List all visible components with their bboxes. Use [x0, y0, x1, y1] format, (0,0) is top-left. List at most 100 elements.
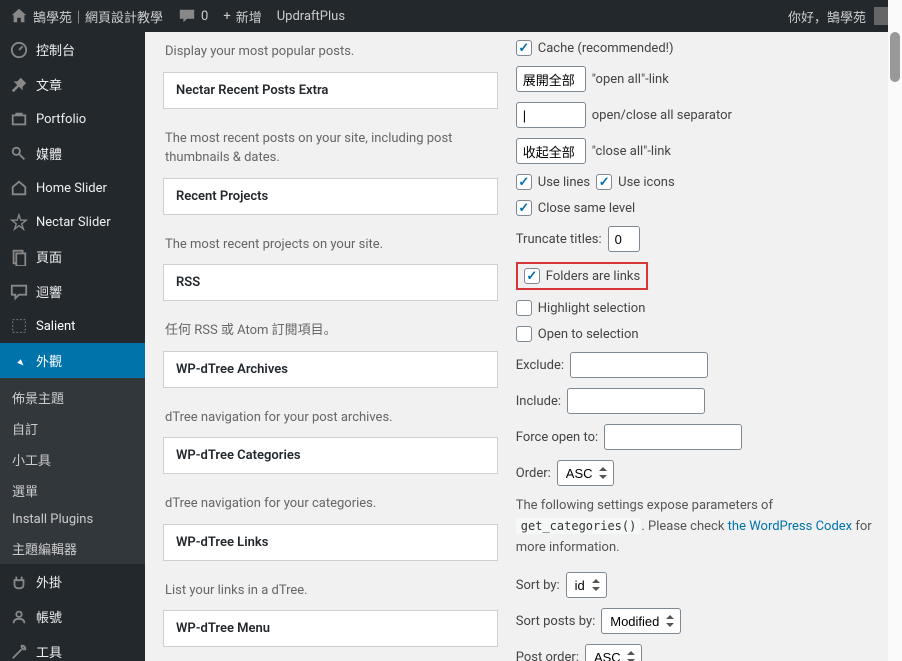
- post-order-row: Post order: ASC: [516, 644, 884, 661]
- open-sel-checkbox[interactable]: [516, 326, 532, 342]
- order-row: Order: ASC: [516, 460, 884, 486]
- open-all-input[interactable]: [516, 66, 586, 92]
- portfolio-icon: [10, 110, 28, 128]
- submenu-theme-editor[interactable]: 主題編輯器: [0, 533, 145, 564]
- highlight-sel-checkbox[interactable]: [516, 300, 532, 316]
- widget-title: WP-dTree Categories: [164, 438, 497, 473]
- sort-posts-row: Sort posts by: Modified: [516, 608, 884, 634]
- highlighted-setting: Folders are links: [516, 262, 648, 290]
- order-select[interactable]: ASC: [557, 460, 614, 486]
- use-icons-checkbox[interactable]: [596, 174, 612, 190]
- widgets-column: Display your most popular posts. Nectar …: [163, 32, 498, 661]
- sidebar-item-comments[interactable]: 迴響: [0, 274, 145, 309]
- plus-icon: +: [223, 9, 230, 24]
- lines-icons-row: Use lines Use icons: [516, 174, 884, 190]
- sort-by-row: Sort by: id: [516, 572, 884, 598]
- sidebar-item-plugins[interactable]: 外掛: [0, 564, 145, 599]
- widget-title: RSS: [164, 265, 497, 300]
- widget-item[interactable]: Recent Projects: [163, 178, 498, 215]
- scrollbar-track[interactable]: [888, 0, 902, 661]
- admin-sidebar: 控制台 文章 Portfolio 媒體 Home Slider Nectar S…: [0, 32, 145, 661]
- submenu-customize[interactable]: 自訂: [0, 413, 145, 444]
- widget-title: WP-dTree Menu: [164, 611, 497, 646]
- sidebar-item-appearance[interactable]: 外觀: [0, 343, 145, 378]
- sidebar-item-portfolio[interactable]: Portfolio: [0, 102, 145, 136]
- comments-link[interactable]: 0: [178, 7, 208, 25]
- close-same-row: Close same level: [516, 200, 884, 216]
- force-open-input[interactable]: [604, 424, 742, 450]
- comment-icon: [178, 7, 196, 25]
- folders-links-label: Folders are links: [546, 269, 640, 284]
- truncate-row: Truncate titles:: [516, 226, 884, 252]
- force-open-label: Force open to:: [516, 430, 598, 445]
- folders-links-checkbox[interactable]: [524, 268, 540, 284]
- submenu-widgets[interactable]: 小工具: [0, 444, 145, 475]
- admin-topbar: 鵠學苑｜網頁設計教學 0 + 新增 UpdraftPlus 你好，鵠學苑: [0, 0, 902, 32]
- widget-desc: dTree navigation for your categories.: [163, 484, 498, 524]
- sort-by-label: Sort by:: [516, 578, 560, 593]
- sidebar-item-posts[interactable]: 文章: [0, 67, 145, 102]
- home-icon: [10, 179, 28, 197]
- truncate-input[interactable]: [608, 226, 640, 252]
- cache-label: Cache (recommended!): [538, 41, 674, 56]
- widget-item[interactable]: RSS: [163, 264, 498, 301]
- use-lines-checkbox[interactable]: [516, 174, 532, 190]
- home-icon: [10, 7, 28, 25]
- code-snippet: get_categories(): [516, 518, 642, 534]
- updraft-label: UpdraftPlus: [277, 9, 345, 24]
- exclude-row: Exclude:: [516, 352, 884, 378]
- widget-title: WP-dTree Archives: [164, 352, 497, 387]
- widget-desc: 任何 RSS 或 Atom 訂閱項目。: [163, 311, 498, 351]
- widget-item[interactable]: WP-dTree Links: [163, 524, 498, 561]
- widget-desc: The most recent projects on your site.: [163, 225, 498, 265]
- exclude-input[interactable]: [570, 352, 708, 378]
- separator-row: open/close all separator: [516, 102, 884, 128]
- sort-posts-label: Sort posts by:: [516, 614, 595, 629]
- open-sel-row: Open to selection: [516, 326, 884, 342]
- truncate-label: Truncate titles:: [516, 232, 602, 247]
- codex-link[interactable]: the WordPress Codex: [728, 519, 852, 534]
- sidebar-item-salient[interactable]: Salient: [0, 309, 145, 343]
- add-new-link[interactable]: + 新增: [223, 7, 261, 26]
- sort-by-select[interactable]: id: [566, 572, 607, 598]
- widget-title: WP-dTree Links: [164, 525, 497, 560]
- main-container: 控制台 文章 Portfolio 媒體 Home Slider Nectar S…: [0, 32, 902, 661]
- post-order-label: Post order:: [516, 650, 579, 661]
- sidebar-item-users[interactable]: 帳號: [0, 599, 145, 634]
- comments-count: 0: [201, 9, 208, 24]
- updraft-link[interactable]: UpdraftPlus: [277, 9, 345, 24]
- include-input[interactable]: [567, 388, 705, 414]
- submenu-menus[interactable]: 選單: [0, 475, 145, 506]
- widget-item[interactable]: WP-dTree Categories: [163, 437, 498, 474]
- scrollbar-thumb[interactable]: [890, 32, 900, 82]
- sort-posts-select[interactable]: Modified: [601, 608, 681, 634]
- greeting-text[interactable]: 你好，鵠學苑: [788, 7, 866, 26]
- sidebar-item-pages[interactable]: 頁面: [0, 239, 145, 274]
- close-all-row: "close all"-link: [516, 138, 884, 164]
- post-order-select[interactable]: ASC: [585, 644, 642, 661]
- sidebar-item-tools[interactable]: 工具: [0, 634, 145, 661]
- widget-item[interactable]: WP-dTree Menu: [163, 610, 498, 647]
- tools-icon: [10, 643, 28, 661]
- close-same-checkbox[interactable]: [516, 200, 532, 216]
- sidebar-item-home-slider[interactable]: Home Slider: [0, 171, 145, 205]
- pin-icon: [10, 76, 28, 94]
- submenu-install-plugins[interactable]: Install Plugins: [0, 506, 145, 533]
- sidebar-item-media[interactable]: 媒體: [0, 136, 145, 171]
- widget-item[interactable]: Nectar Recent Posts Extra: [163, 72, 498, 109]
- submenu-themes[interactable]: 佈景主題: [0, 378, 145, 413]
- include-label: Include:: [516, 394, 561, 409]
- cache-checkbox[interactable]: [516, 40, 532, 56]
- sidebar-item-nectar-slider[interactable]: Nectar Slider: [0, 205, 145, 239]
- note-text: The following settings expose parameters…: [516, 496, 884, 558]
- widget-desc: Your custom menus, the dTree way.: [163, 657, 498, 661]
- sidebar-item-dashboard[interactable]: 控制台: [0, 32, 145, 67]
- separator-input[interactable]: [516, 102, 586, 128]
- close-all-input[interactable]: [516, 138, 586, 164]
- widget-title: Recent Projects: [164, 179, 497, 214]
- highlight-sel-label: Highlight selection: [538, 301, 646, 316]
- site-name-link[interactable]: 鵠學苑｜網頁設計教學: [10, 7, 163, 26]
- open-sel-label: Open to selection: [538, 327, 639, 342]
- highlight-sel-row: Highlight selection: [516, 300, 884, 316]
- widget-item[interactable]: WP-dTree Archives: [163, 351, 498, 388]
